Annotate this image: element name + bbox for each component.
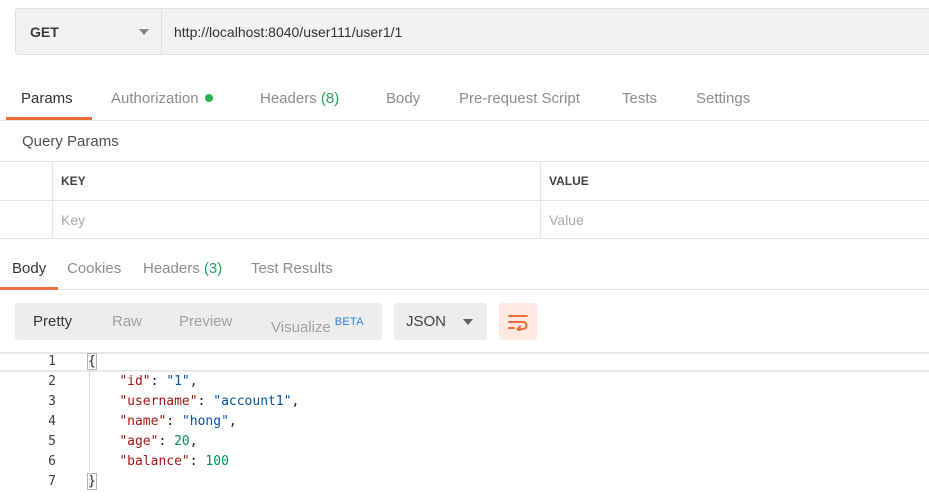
- json-value-username: "account1": [213, 394, 292, 409]
- code-line: 3 "username": "account1",: [0, 392, 929, 412]
- json-key-name: "name": [119, 414, 167, 429]
- code-line: 4 "name": "hong",: [0, 412, 929, 432]
- indent-guide: [89, 362, 90, 488]
- json-key-id: "id": [119, 374, 151, 389]
- tab-params[interactable]: Params: [21, 72, 73, 120]
- chevron-down-icon: [463, 318, 473, 325]
- key-input[interactable]: [61, 212, 517, 228]
- line-number: 5: [48, 434, 56, 449]
- line-number: 7: [48, 474, 56, 489]
- view-mode-segmented-control: Pretty Raw Preview Visualize BETA: [15, 303, 382, 340]
- tab-body-label: Body: [386, 90, 421, 107]
- query-params-title: Query Params: [22, 133, 119, 150]
- tab-settings[interactable]: Settings: [696, 72, 750, 120]
- code-text: "name": "hong",: [119, 414, 237, 429]
- pretty-button[interactable]: Pretty: [33, 303, 72, 340]
- tab-pre-request-script[interactable]: Pre-request Script: [459, 72, 580, 120]
- tab-response-body[interactable]: Body: [12, 252, 46, 289]
- tab-cookies-label: Cookies: [67, 260, 122, 277]
- tab-tests-label: Tests: [622, 90, 658, 107]
- wrap-lines-button[interactable]: [499, 303, 537, 340]
- tab-authorization[interactable]: Authorization: [111, 72, 213, 120]
- json-value-balance: 100: [205, 454, 229, 469]
- response-tabs: Body Cookies Headers (3) Test Results: [0, 252, 929, 290]
- tab-response-body-label: Body: [12, 260, 47, 277]
- wrap-lines-icon: [508, 314, 528, 331]
- json-value-age: 20: [174, 434, 190, 449]
- tab-headers[interactable]: Headers (8): [260, 72, 339, 120]
- response-body-editor[interactable]: 1 { 2 "id": "1", 3 "username": "account1…: [0, 352, 929, 500]
- code-line: 2 "id": "1",: [0, 372, 929, 392]
- row-handle-cell: [0, 201, 52, 239]
- method-label: GET: [30, 23, 59, 40]
- json-key-balance: "balance": [119, 454, 190, 469]
- response-headers-count: (3): [203, 260, 223, 277]
- line-number: 3: [48, 394, 56, 409]
- preview-button[interactable]: Preview: [179, 303, 232, 340]
- beta-badge: BETA: [334, 316, 364, 328]
- value-input[interactable]: [549, 212, 910, 228]
- tab-body[interactable]: Body: [386, 72, 420, 120]
- tab-test-results-label: Test Results: [251, 260, 333, 277]
- code-line: 6 "balance": 100: [0, 452, 929, 472]
- json-key-username: "username": [119, 394, 198, 409]
- line-number: 1: [48, 354, 56, 369]
- tab-headers-label: Headers: [260, 90, 317, 107]
- tab-response-headers-label: Headers: [143, 260, 200, 277]
- format-select[interactable]: JSON: [394, 303, 487, 340]
- table-header-row: KEY VALUE: [0, 162, 929, 201]
- tab-tests[interactable]: Tests: [622, 72, 657, 120]
- tab-settings-label: Settings: [696, 90, 751, 107]
- tab-params-label: Params: [21, 90, 73, 107]
- request-tabs: Params Authorization Headers (8) Body Pr…: [0, 72, 929, 121]
- url-input[interactable]: http://localhost:8040/user111/user1/1: [162, 9, 929, 54]
- table-row: [0, 201, 929, 240]
- tab-pre-request-script-label: Pre-request Script: [459, 90, 580, 107]
- format-label: JSON: [406, 313, 447, 330]
- visualize-label: Visualize: [271, 319, 331, 336]
- method-select[interactable]: GET: [16, 9, 162, 54]
- headers-count: (8): [320, 90, 340, 107]
- code-text: "age": 20,: [119, 434, 198, 449]
- code-text: "balance": 100: [119, 454, 229, 469]
- line-number: 4: [48, 414, 56, 429]
- json-value-id: "1": [166, 374, 190, 389]
- key-cell: [52, 201, 541, 239]
- tab-response-headers[interactable]: Headers (3): [143, 252, 222, 289]
- active-tab-indicator: [6, 117, 92, 120]
- tab-cookies[interactable]: Cookies: [67, 252, 121, 289]
- chevron-down-icon: [139, 28, 149, 35]
- value-column-header: VALUE: [540, 162, 929, 200]
- code-line: 7 }: [0, 472, 929, 492]
- query-params-table: KEY VALUE: [0, 161, 929, 239]
- code-text: "username": "account1",: [119, 394, 300, 409]
- value-cell: [540, 201, 929, 239]
- json-key-age: "age": [119, 434, 159, 449]
- raw-button[interactable]: Raw: [112, 303, 142, 340]
- line-number: 6: [48, 454, 56, 469]
- code-text: "id": "1",: [119, 374, 198, 389]
- json-value-name: "hong": [181, 414, 229, 429]
- status-dot-icon: [204, 94, 213, 102]
- key-column-header: KEY: [52, 162, 541, 200]
- visualize-button[interactable]: Visualize BETA: [271, 303, 364, 340]
- tab-authorization-label: Authorization: [111, 90, 199, 107]
- tab-test-results[interactable]: Test Results: [251, 252, 333, 289]
- code-line: 5 "age": 20,: [0, 432, 929, 452]
- row-handle-cell: [0, 162, 52, 200]
- request-bar: GET http://localhost:8040/user111/user1/…: [15, 8, 929, 55]
- line-number: 2: [48, 374, 56, 389]
- active-tab-indicator: [0, 287, 58, 290]
- code-line: 1 {: [0, 352, 929, 372]
